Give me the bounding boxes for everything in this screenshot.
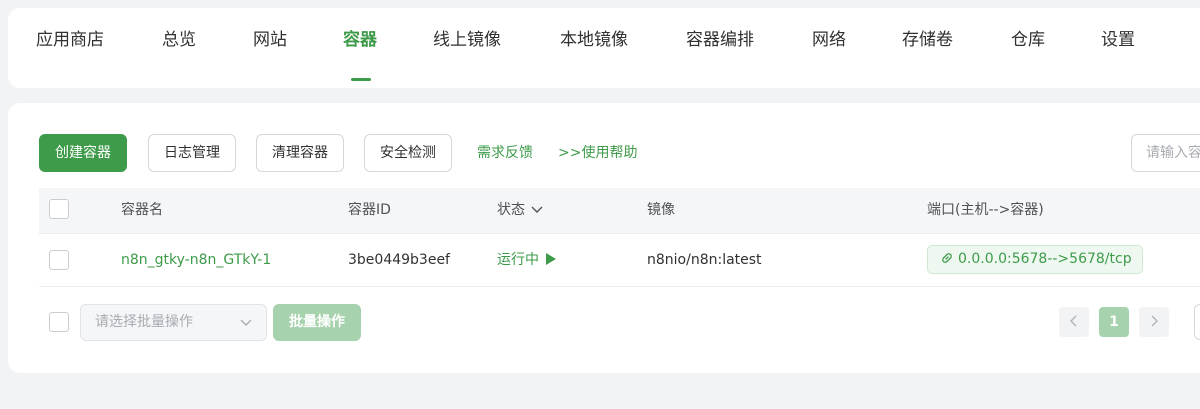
tab-registries[interactable]: 仓库: [1011, 0, 1045, 80]
container-name-link[interactable]: n8n_gtky-n8n_GTkY-1: [121, 250, 271, 270]
status-badge[interactable]: 运行中: [497, 250, 539, 270]
create-container-button[interactable]: 创建容器: [39, 134, 127, 172]
row-checkbox[interactable]: [49, 250, 69, 270]
tab-online-images[interactable]: 线上镜像: [433, 0, 501, 80]
column-header-status[interactable]: 状态: [497, 200, 525, 220]
security-scan-button[interactable]: 安全检测: [364, 134, 452, 172]
active-tab-indicator: [351, 78, 371, 81]
log-management-button[interactable]: 日志管理: [148, 134, 236, 172]
search-input[interactable]: 请输入容: [1131, 134, 1200, 172]
column-header-image: 镜像: [647, 202, 675, 218]
divider: [39, 286, 1200, 287]
tab-websites[interactable]: 网站: [253, 0, 287, 80]
container-id: 3be0449b3eef: [348, 252, 450, 268]
port-mapping-tag[interactable]: 0.0.0.0:5678-->5678/tcp: [927, 245, 1143, 274]
chevron-down-icon[interactable]: [530, 205, 544, 215]
port-mapping-text: 0.0.0.0:5678-->5678/tcp: [958, 251, 1132, 267]
tab-compose[interactable]: 容器编排: [686, 0, 754, 80]
divider: [39, 233, 1200, 234]
chevron-right-icon[interactable]: [1139, 307, 1169, 337]
tab-networks[interactable]: 网络: [812, 0, 846, 80]
footer-select-checkbox[interactable]: [49, 312, 69, 332]
link-icon: [942, 253, 952, 263]
tab-containers[interactable]: 容器: [343, 0, 377, 80]
batch-action-button[interactable]: 批量操作: [273, 304, 361, 341]
feedback-link[interactable]: 需求反馈: [477, 143, 533, 163]
help-link[interactable]: >>使用帮助: [558, 143, 637, 163]
batch-action-select[interactable]: 请选择批量操作: [80, 304, 267, 341]
tab-local-images[interactable]: 本地镜像: [560, 0, 628, 80]
select-all-checkbox[interactable]: [49, 199, 69, 219]
column-header-ports: 端口(主机-->容器): [927, 202, 1044, 218]
batch-action-placeholder: 请选择批量操作: [95, 314, 193, 330]
tab-settings[interactable]: 设置: [1101, 0, 1135, 80]
page-size-select[interactable]: [1194, 304, 1200, 340]
chevron-left-icon[interactable]: [1059, 307, 1089, 337]
tab-overview[interactable]: 总览: [162, 0, 196, 80]
tab-app-store[interactable]: 应用商店: [36, 0, 104, 80]
column-header-name: 容器名: [121, 202, 163, 218]
column-header-id: 容器ID: [348, 202, 391, 218]
tab-volumes[interactable]: 存储卷: [902, 0, 953, 80]
clean-containers-button[interactable]: 清理容器: [256, 134, 344, 172]
container-image: n8nio/n8n:latest: [647, 252, 762, 268]
chevron-down-icon: [240, 319, 252, 326]
play-icon[interactable]: [545, 252, 557, 266]
page-number-button[interactable]: 1: [1099, 307, 1129, 337]
